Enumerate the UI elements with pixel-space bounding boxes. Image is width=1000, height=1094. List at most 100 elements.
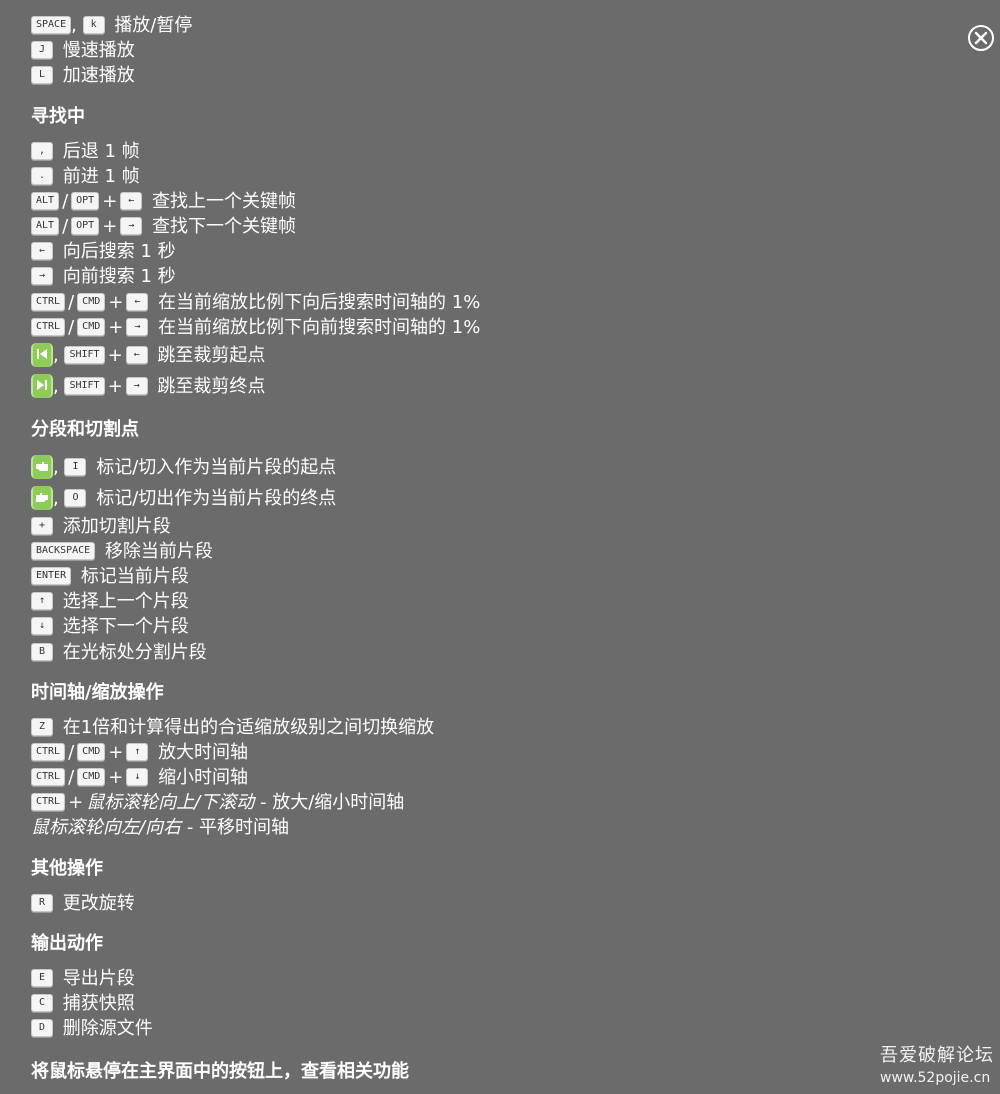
key-ctrl: CTRL	[31, 742, 66, 761]
key-arrow-left: ←	[120, 191, 143, 210]
key-o: O	[64, 488, 87, 507]
shortcut-row-slow-play: J 慢速播放	[31, 39, 135, 63]
shortcut-row-mark-segment: ENTER 标记当前片段	[31, 565, 189, 589]
key-arrow-up: ↑	[31, 591, 53, 610]
slash-separator: /	[68, 742, 75, 763]
key-cmd: CMD	[77, 317, 106, 336]
cut-in-hand-icon	[31, 455, 53, 479]
key-alt: ALT	[31, 216, 60, 235]
shortcut-description: 加速播放	[62, 65, 135, 86]
key-shift: SHIFT	[64, 345, 105, 364]
shortcut-description: 在光标处分割片段	[62, 642, 207, 663]
shortcut-description: 捕获快照	[62, 993, 135, 1014]
key-l: L	[31, 65, 53, 84]
shortcut-description: 慢速播放	[62, 40, 135, 61]
section-heading-segments: 分段和切割点	[31, 419, 139, 440]
shortcut-row-cut-in: , I 标记/切入作为当前片段的起点	[31, 453, 336, 483]
shortcut-description: 查找下一个关键帧	[152, 216, 297, 237]
shortcut-row-prev-frame: , 后退 1 帧	[31, 140, 140, 164]
shortcut-description: 在当前缩放比例下向前搜索时间轴的 1%	[158, 317, 481, 338]
shortcut-row-jump-start: , SHIFT + ← 跳至裁剪起点	[31, 341, 265, 371]
shortcut-description: 缩小时间轴	[158, 767, 249, 788]
shortcut-description: 移除当前片段	[104, 541, 213, 562]
key-cmd: CMD	[77, 292, 106, 311]
shortcut-description: 前进 1 帧	[62, 166, 140, 187]
key-ctrl: CTRL	[31, 767, 66, 786]
shortcut-row-seek-forward: → 向前搜索 1 秒	[31, 265, 176, 289]
key-b: B	[31, 642, 53, 661]
plus-separator: +	[107, 376, 123, 397]
shortcut-row-prev-keyframe: ALT / OPT + ← 查找上一个关键帧	[31, 190, 296, 214]
shortcut-description: 后退 1 帧	[62, 141, 140, 162]
shortcut-row-jump-end: , SHIFT + → 跳至裁剪终点	[31, 372, 265, 402]
slash-separator: /	[68, 317, 75, 338]
shortcut-description: 向前搜索 1 秒	[62, 266, 176, 287]
key-cmd: CMD	[77, 742, 106, 761]
shortcut-description: 标记/切入作为当前片段的起点	[96, 457, 337, 478]
key-comma: ,	[31, 141, 53, 160]
slash-separator: /	[62, 191, 69, 212]
plus-separator: +	[108, 767, 124, 788]
key-period: .	[31, 166, 53, 185]
shortcut-description: 选择下一个片段	[62, 616, 189, 637]
shortcut-row-snapshot: C 捕获快照	[31, 992, 135, 1016]
key-arrow-right: →	[31, 266, 53, 285]
watermark-title: 吾爱破解论坛	[880, 1045, 994, 1066]
shortcut-description: 向后搜索 1 秒	[62, 241, 176, 262]
shortcut-description: 放大时间轴	[158, 742, 249, 763]
key-ctrl: CTRL	[31, 792, 66, 811]
plus-separator: +	[108, 317, 124, 338]
key-k: k	[82, 15, 105, 34]
key-arrow-right: →	[120, 216, 143, 235]
comma-separator: ,	[71, 15, 77, 36]
shortcut-description: 跳至裁剪终点	[157, 376, 266, 397]
comma-separator: ,	[53, 376, 59, 397]
plus-separator: +	[108, 292, 124, 313]
slash-separator: /	[62, 216, 69, 237]
key-c: C	[31, 993, 53, 1012]
comma-separator: ,	[53, 345, 59, 366]
shortcut-description: 查找上一个关键帧	[152, 191, 297, 212]
key-e: E	[31, 968, 53, 987]
shortcut-row-export: E 导出片段	[31, 967, 135, 991]
comma-separator: ,	[53, 488, 59, 509]
shortcut-row-rotate: R 更改旋转	[31, 892, 135, 916]
jump-to-end-icon	[31, 374, 53, 398]
close-button[interactable]	[968, 25, 994, 51]
shortcut-description: 删除源文件	[62, 1018, 153, 1039]
shortcut-row-remove-segment: BACKSPACE 移除当前片段	[31, 540, 213, 564]
plus-separator: +	[68, 792, 84, 813]
section-heading-timeline: 时间轴/缩放操作	[31, 682, 164, 703]
key-arrow-left: ←	[31, 241, 53, 260]
shortcut-row-wheel-pan: 鼠标滚轮向左/向右 - 平移时间轴	[31, 816, 289, 840]
shortcut-description: 添加切割片段	[62, 516, 171, 537]
slash-separator: /	[68, 292, 75, 313]
key-plus: +	[31, 516, 53, 535]
shortcut-row-zoom-in: CTRL / CMD + ↑ 放大时间轴	[31, 741, 248, 765]
shortcut-row-fast-play: L 加速播放	[31, 64, 135, 88]
section-heading-output: 输出动作	[31, 933, 103, 954]
shortcut-row-zoom-out: CTRL / CMD + ↓ 缩小时间轴	[31, 766, 248, 790]
section-heading-other: 其他操作	[31, 858, 103, 879]
plus-separator: +	[102, 216, 118, 237]
section-heading-seeking: 寻找中	[31, 106, 85, 127]
shortcut-row-toggle-zoom: Z 在1倍和计算得出的合适缩放级别之间切换缩放	[31, 716, 434, 740]
key-cmd: CMD	[77, 767, 106, 786]
key-opt: OPT	[71, 216, 100, 235]
shortcut-description: - 放大/缩小时间轴	[260, 792, 405, 813]
shortcut-description: 在当前缩放比例下向后搜索时间轴的 1%	[158, 292, 481, 313]
key-r: R	[31, 893, 53, 912]
watermark-url: www.52pojie.cn	[880, 1070, 991, 1086]
key-ctrl: CTRL	[31, 317, 66, 336]
key-arrow-right: →	[126, 317, 149, 336]
plus-separator: +	[102, 191, 118, 212]
key-arrow-right: →	[125, 376, 148, 395]
close-icon	[974, 31, 988, 45]
shortcut-row-seek-back: ← 向后搜索 1 秒	[31, 240, 176, 264]
shortcut-description: 播放/暂停	[114, 15, 193, 36]
shortcut-row-next-frame: . 前进 1 帧	[31, 165, 140, 189]
key-space: SPACE	[31, 15, 72, 34]
key-arrow-up: ↑	[126, 742, 149, 761]
shortcut-row-play-pause: SPACE, k 播放/暂停	[31, 14, 192, 38]
shortcut-description: 选择上一个片段	[62, 591, 189, 612]
